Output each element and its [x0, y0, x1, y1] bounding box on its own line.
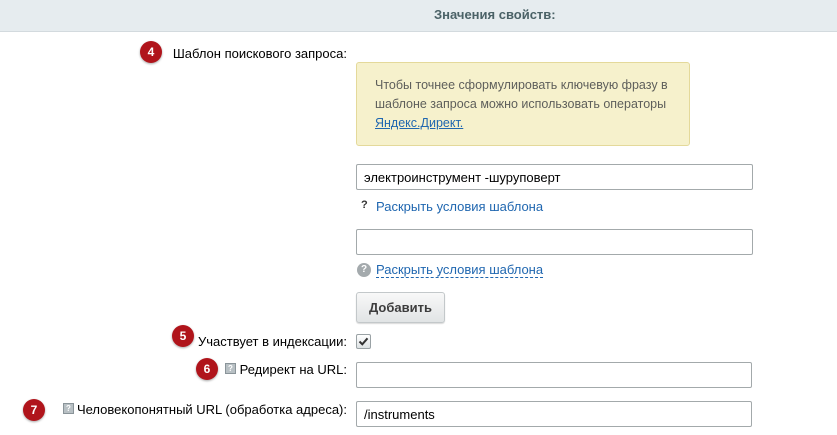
query-template-input-2[interactable]	[356, 229, 753, 255]
help-icon[interactable]: ?	[225, 363, 236, 374]
hint-text: Чтобы точнее сформулировать ключевую фра…	[375, 78, 668, 111]
human-url-label: Человекопонятный URL (обработка адреса):	[76, 402, 347, 417]
indexing-checkbox[interactable]	[356, 334, 371, 349]
step-marker-5: 5	[172, 325, 194, 347]
indexing-label: Участвует в индексации:	[198, 334, 347, 349]
human-url-input[interactable]	[356, 401, 752, 427]
question-icon: ?	[361, 199, 368, 211]
yandex-direct-link[interactable]: Яндекс.Директ.	[375, 116, 463, 130]
section-title: Значения свойств:	[434, 7, 556, 22]
expand-template-conditions-link-2[interactable]: Раскрыть условия шаблона	[376, 263, 544, 278]
step-marker-6: 6	[196, 358, 218, 380]
query-template-input-1[interactable]	[356, 164, 753, 190]
step-marker-7: 7	[23, 399, 45, 421]
expand-template-conditions-link-1[interactable]: Раскрыть условия шаблона	[376, 199, 543, 214]
redirect-url-input[interactable]	[356, 362, 752, 388]
query-template-label: Шаблон поискового запроса:	[172, 46, 347, 61]
step-marker-4: 4	[140, 41, 162, 63]
add-button[interactable]: Добавить	[356, 292, 445, 323]
redirect-label: Редирект на URL:	[239, 362, 347, 377]
checkmark-icon	[358, 337, 369, 346]
help-icon[interactable]: ?	[63, 403, 74, 414]
question-icon: ?	[357, 263, 371, 277]
hint-box: Чтобы точнее сформулировать ключевую фра…	[356, 62, 690, 146]
section-header: Значения свойств:	[0, 0, 837, 32]
